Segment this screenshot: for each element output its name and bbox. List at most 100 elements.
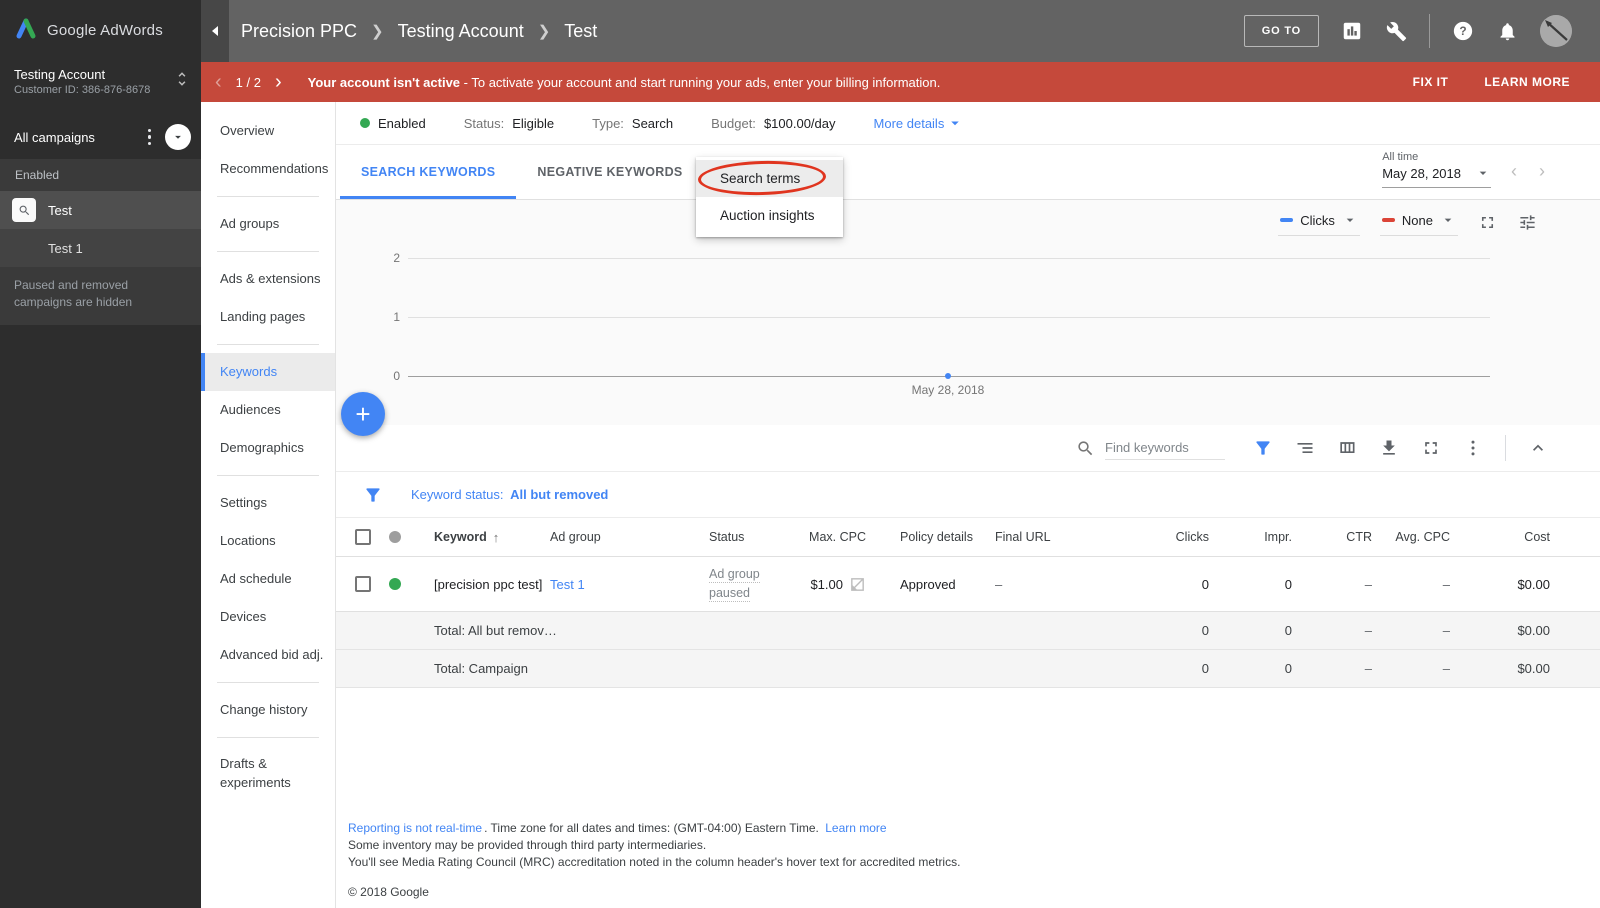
tab-negative-keywords[interactable]: NEGATIVE KEYWORDS (516, 145, 703, 199)
expand-icon[interactable] (1421, 438, 1441, 458)
timezone-text: . Time zone for all dates and times: (GM… (484, 821, 819, 835)
row-checkbox[interactable] (355, 576, 371, 592)
divider (1429, 14, 1430, 48)
columns-icon[interactable] (1337, 438, 1357, 458)
nav-item-keywords[interactable]: Keywords (201, 353, 335, 391)
date-range-select[interactable]: All time May 28, 2018 (1382, 151, 1491, 188)
breadcrumb-campaign[interactable]: Test (564, 21, 597, 42)
column-clicks[interactable]: Clicks (1105, 530, 1209, 544)
adwords-app: Google AdWords Testing Account Customer … (0, 0, 1600, 908)
tab-search-keywords[interactable]: SEARCH KEYWORDS (340, 145, 516, 199)
campaign-item-test[interactable]: Test (0, 191, 201, 229)
hidden-campaigns-note: Paused and removed campaigns are hidden (14, 278, 133, 309)
chart-settings-icon[interactable] (1518, 213, 1538, 233)
divider (217, 475, 319, 476)
applied-filter-bar: Keyword status: All but removed (336, 472, 1600, 518)
cost-cell: $0.00 (1517, 623, 1550, 638)
column-final-url[interactable]: Final URL (995, 530, 1105, 544)
breadcrumb-subaccount[interactable]: Testing Account (398, 21, 524, 42)
nav-item-drafts-experiments[interactable]: Drafts & experiments (201, 746, 335, 800)
nav-item-overview[interactable]: Overview (201, 112, 335, 150)
gridline (408, 317, 1490, 318)
column-ad-group[interactable]: Ad group (550, 530, 709, 544)
pager-prev-icon[interactable]: ‹ (215, 72, 222, 92)
ad-group-link[interactable]: Test 1 (550, 577, 709, 592)
filter-icon[interactable] (1253, 438, 1273, 458)
account-switcher[interactable]: Testing Account Customer ID: 386-876-867… (0, 60, 201, 107)
nav-item-audiences[interactable]: Audiences (201, 391, 335, 429)
pager-next-icon[interactable]: › (275, 72, 282, 92)
nav-item-locations[interactable]: Locations (201, 522, 335, 560)
download-icon[interactable] (1379, 438, 1399, 458)
date-next-icon[interactable]: › (1539, 162, 1545, 180)
chevron-left-icon (212, 26, 218, 36)
reporting-link[interactable]: Reporting is not real-time (348, 821, 482, 835)
nav-item-ad-groups[interactable]: Ad groups (201, 205, 335, 243)
billing-alert-banner: ‹ 1 / 2 › Your account isn't active - To… (201, 62, 1600, 102)
campaign-item-test-1[interactable]: Test 1 (0, 229, 201, 267)
all-campaigns-row[interactable]: All campaigns (0, 115, 201, 159)
nav-item-advanced-bid-adj[interactable]: Advanced bid adj. (201, 636, 335, 674)
chevron-down-icon (951, 121, 960, 126)
learn-more-button[interactable]: LEARN MORE (1484, 75, 1570, 89)
segment-icon[interactable] (1295, 438, 1315, 458)
go-to-button[interactable]: GO TO (1243, 15, 1319, 47)
keyword-row: [precision ppc test] Test 1 Ad group pau… (336, 557, 1600, 612)
more-vert-icon[interactable] (138, 123, 162, 152)
column-impr[interactable]: Impr. (1209, 530, 1292, 544)
nav-item-change-history[interactable]: Change history (201, 691, 335, 729)
nav-item-demographics[interactable]: Demographics (201, 429, 335, 467)
search-campaign-icon (12, 198, 36, 222)
total-campaign-row: Total: Campaign 0 0 – – $0.00 (336, 650, 1600, 688)
menu-item-search-terms[interactable]: Search terms (696, 160, 843, 197)
unfold-icon[interactable] (173, 70, 191, 93)
learn-more-link[interactable]: Learn more (825, 821, 886, 835)
divider (217, 737, 319, 738)
alert-message: Your account isn't active - To activate … (308, 75, 941, 90)
series-blue-dash-icon (1280, 218, 1294, 222)
adwords-logo-icon (14, 16, 38, 45)
column-max-cpc[interactable]: Max. CPC (797, 530, 866, 544)
column-ctr[interactable]: CTR (1292, 530, 1372, 544)
collapse-panel-button[interactable] (165, 124, 191, 150)
fix-it-button[interactable]: FIX IT (1413, 75, 1449, 89)
column-avg-cpc[interactable]: Avg. CPC (1372, 530, 1450, 544)
campaign-group-label: Enabled (15, 168, 60, 182)
add-keyword-fab[interactable]: + (341, 392, 385, 436)
column-policy-details[interactable]: Policy details (866, 530, 995, 544)
campaign-status: Status: Eligible (464, 116, 554, 131)
budget-value: $100.00/day (763, 115, 836, 131)
collapse-sidebar-button[interactable] (201, 0, 229, 62)
keyword-status-filter[interactable]: Keyword status: All but removed (411, 487, 608, 502)
select-all-checkbox[interactable] (355, 529, 371, 545)
enabled-dot-icon (389, 578, 401, 590)
reports-icon[interactable] (1341, 20, 1363, 42)
column-status[interactable]: Status (709, 530, 797, 544)
column-cost[interactable]: Cost (1450, 530, 1550, 544)
nav-item-ad-schedule[interactable]: Ad schedule (201, 560, 335, 598)
primary-metric-select[interactable]: Clicks (1278, 210, 1360, 236)
nav-item-devices[interactable]: Devices (201, 598, 335, 636)
chart-fullscreen-icon[interactable] (1478, 213, 1498, 233)
menu-item-auction-insights[interactable]: Auction insights (696, 197, 843, 234)
cost-cell: $0.00 (1517, 661, 1550, 676)
more-vert-icon[interactable] (1463, 438, 1483, 458)
help-icon[interactable]: ? (1452, 20, 1474, 42)
max-cpc-cell[interactable]: $1.00 (797, 576, 866, 593)
nav-item-recommendations[interactable]: Recommendations (201, 150, 335, 188)
tools-icon[interactable] (1385, 20, 1407, 42)
more-details-link[interactable]: More details (874, 114, 965, 132)
secondary-metric-select[interactable]: None (1379, 210, 1458, 236)
main-content: Enabled Status: Eligible Type: Search Bu… (336, 102, 1600, 908)
search-input[interactable] (1105, 436, 1225, 460)
nav-item-ads-extensions[interactable]: Ads & extensions (201, 260, 335, 298)
breadcrumb-account[interactable]: Precision PPC (241, 21, 357, 42)
date-prev-icon[interactable]: ‹ (1511, 162, 1517, 180)
notifications-bell-icon[interactable] (1496, 20, 1518, 42)
nav-item-settings[interactable]: Settings (201, 484, 335, 522)
keywords-tabs: SEARCH KEYWORDS NEGATIVE KEYWORDS All ti… (336, 145, 1600, 200)
column-keyword[interactable]: Keyword ↑ (434, 530, 550, 545)
avatar[interactable] (1540, 15, 1572, 47)
collapse-table-icon[interactable] (1528, 438, 1548, 458)
nav-item-landing-pages[interactable]: Landing pages (201, 298, 335, 336)
